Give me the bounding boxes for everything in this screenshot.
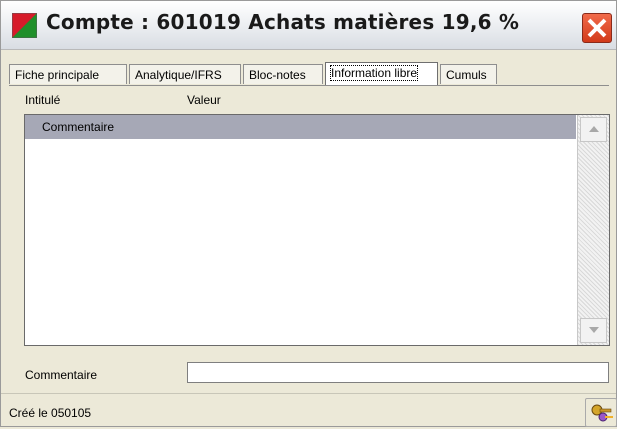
close-button[interactable] [582,13,612,43]
close-icon [587,18,607,38]
column-header-valeur[interactable]: Valeur [187,93,221,107]
keys-tool-icon [591,404,613,422]
scroll-down-button[interactable] [580,318,607,343]
tab-cumuls[interactable]: Cumuls [440,64,497,84]
tab-label: Analytique/IFRS [135,68,222,82]
table-row[interactable]: Commentaire [25,115,576,139]
tab-label: Bloc-notes [249,68,306,82]
tab-label: Cumuls [446,68,487,82]
status-text: Créé le 050105 [9,406,92,420]
tool-button[interactable] [585,398,617,427]
tab-label: Fiche principale [15,68,100,82]
tab-analytique-ifrs[interactable]: Analytique/IFRS [129,64,241,84]
comment-label: Commentaire [25,368,98,382]
tab-divider [9,85,609,86]
arrow-down-icon [588,327,599,333]
column-header-intitule[interactable]: Intitulé [25,93,60,107]
title-bar[interactable]: Compte : 601019 Achats matières 19,6 % [1,1,616,50]
tab-label: Information libre [329,65,419,81]
tab-fiche-principale[interactable]: Fiche principale [9,64,127,84]
free-info-grid[interactable]: Commentaire [24,114,610,346]
tab-bloc-notes[interactable]: Bloc-notes [243,64,323,84]
row-label: Commentaire [42,120,115,134]
vertical-scrollbar[interactable] [577,115,609,345]
tab-information-libre[interactable]: Information libre [325,62,438,85]
comment-field[interactable] [187,362,609,383]
account-book-icon [12,13,37,38]
arrow-up-icon [588,126,599,132]
scroll-up-button[interactable] [580,117,607,142]
status-divider [1,393,616,394]
account-window: Compte : 601019 Achats matières 19,6 % F… [0,0,617,427]
window-title: Compte : 601019 Achats matières 19,6 % [46,10,520,34]
